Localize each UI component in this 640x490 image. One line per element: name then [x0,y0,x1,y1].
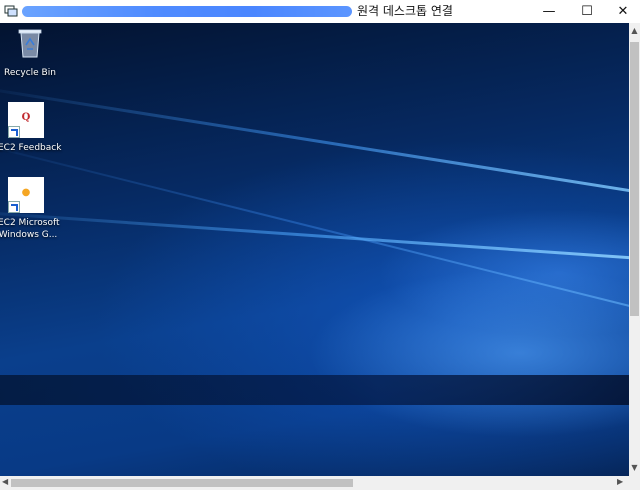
icon-label: Windows G... [0,230,58,240]
remote-desktop-area[interactable]: Recycle Bin Q EC2 Feedback ● EC2 Microso… [0,23,629,476]
maximize-button[interactable]: ☐ [568,0,606,23]
ec2-feedback-icon: Q [8,102,44,138]
wallpaper-light-beam [0,83,629,205]
horizontal-scroll-thumb[interactable] [11,479,353,487]
scroll-down-icon[interactable]: ▼ [629,463,640,472]
window-title: 원격 데스크톱 연결 [357,4,453,18]
ec2-microsoft-windows-icon: ● [8,177,44,213]
shortcut-arrow-icon [8,201,20,213]
recycle-bin-icon [18,29,42,58]
scroll-up-icon[interactable]: ▲ [629,26,640,35]
shortcut-arrow-icon [8,126,20,138]
desktop-icon-ec2-feedback[interactable]: Q EC2 Feedback [0,102,62,154]
scroll-left-icon[interactable]: ◀ [2,477,8,486]
title-bar: 원격 데스크톱 연결 — ☐ ✕ [0,0,640,23]
icon-glyph: ● [21,187,31,198]
minimize-button[interactable]: — [530,0,568,23]
icon-glyph: Q [21,112,31,123]
close-button[interactable]: ✕ [604,0,640,23]
remote-desktop-icon[interactable] [4,4,18,18]
wallpaper-light-beam [0,133,629,319]
icon-label: EC2 Feedback [0,143,62,153]
vertical-scroll-thumb[interactable] [630,42,639,316]
desktop-icon-recycle-bin[interactable]: Recycle Bin [0,27,60,79]
horizontal-scrollbar[interactable]: ◀ ▶ [0,476,640,490]
desktop-icon-ec2-microsoft-windows[interactable]: ● EC2 Microsoft Windows G... [0,177,60,241]
scroll-right-icon[interactable]: ▶ [617,477,623,486]
redacted-hostname [22,6,352,17]
vertical-scrollbar[interactable]: ▲ ▼ [629,23,640,476]
wallpaper-light-beam [0,208,629,265]
wallpaper-shadow-band [0,375,629,405]
icon-label: Recycle Bin [4,68,56,78]
icon-label: EC2 Microsoft [0,218,60,228]
